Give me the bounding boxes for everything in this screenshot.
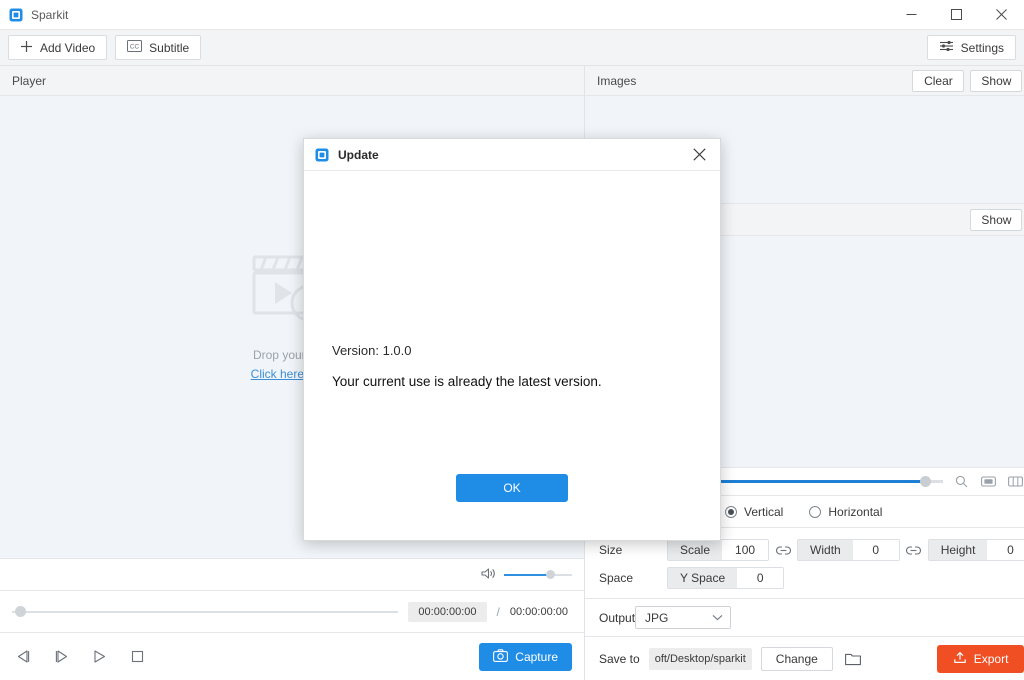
radio-horizontal[interactable]: Horizontal: [809, 505, 882, 519]
title-bar: Sparkit: [0, 0, 1024, 30]
maximize-button[interactable]: [934, 0, 979, 30]
scale-value[interactable]: 100: [722, 540, 769, 560]
height-key: Height: [928, 540, 988, 560]
settings-button[interactable]: Settings: [926, 35, 1016, 60]
transport-controls: Capture: [0, 632, 584, 680]
total-time: 00:00:00:00: [509, 605, 568, 618]
output-format-select[interactable]: JPG: [635, 606, 732, 629]
step-forward-icon[interactable]: [50, 646, 72, 668]
add-video-button[interactable]: Add Video: [8, 35, 108, 60]
speaker-icon[interactable]: [481, 567, 496, 583]
yspace-key: Y Space: [668, 568, 738, 588]
chevron-down-icon: [711, 611, 724, 625]
width-key: Width: [798, 540, 853, 560]
settings-label: Settings: [960, 40, 1004, 55]
volume-row: [0, 558, 584, 590]
export-button[interactable]: Export: [936, 644, 1024, 673]
upload-icon: [953, 651, 967, 667]
split-view-icon[interactable]: [1006, 473, 1024, 491]
link-icon[interactable]: [900, 545, 928, 556]
capture-label: Capture: [515, 649, 558, 664]
window-title: Sparkit: [31, 7, 69, 22]
dialog-body: Version: 1.0.0 Your current use is alrea…: [304, 171, 720, 474]
yspace-field[interactable]: Y Space 0: [667, 567, 785, 589]
cc-icon: CC: [127, 40, 143, 55]
output-label: Output: [599, 610, 636, 625]
images-header-title: Images: [597, 73, 637, 88]
images-header: Images Clear Show: [585, 66, 1024, 96]
radio-vertical-label: Vertical: [744, 504, 784, 519]
volume-slider[interactable]: [504, 569, 572, 581]
change-path-button[interactable]: Change: [760, 646, 833, 671]
plus-icon: [20, 40, 33, 56]
capture-button[interactable]: Capture: [479, 642, 572, 671]
height-value[interactable]: 0: [987, 540, 1024, 560]
export-label: Export: [973, 651, 1009, 666]
save-to-label: Save to: [599, 651, 640, 666]
scale-field[interactable]: Scale 100: [667, 539, 770, 561]
radio-vertical[interactable]: Vertical: [725, 505, 783, 519]
radio-dot-horizontal: [809, 505, 822, 518]
subtitle-button[interactable]: CC Subtitle: [115, 35, 202, 60]
space-label: Space: [599, 571, 634, 585]
dialog-message: Your current use is already the latest v…: [332, 374, 602, 389]
save-row: Save to oft/Desktop/sparkit Change Expor…: [585, 636, 1024, 680]
play-icon[interactable]: [88, 646, 110, 668]
application-window: Sparkit Add Video CC Subtitle Settings P…: [0, 0, 1024, 680]
subtitle-label: Subtitle: [149, 40, 190, 55]
clear-images-button[interactable]: Clear: [912, 69, 965, 92]
save-path-value[interactable]: oft/Desktop/sparkit: [648, 647, 752, 670]
window-controls: [889, 0, 1024, 30]
radio-horizontal-label: Horizontal: [828, 504, 883, 519]
width-field[interactable]: Width 0: [797, 539, 900, 561]
dialog-title-bar: Update: [304, 139, 720, 171]
radio-dot-vertical: [725, 505, 737, 518]
stop-icon[interactable]: [126, 646, 148, 668]
space-row: Space Y Space 0: [585, 564, 1024, 592]
output-format-value: JPG: [645, 610, 669, 625]
output-row: Output JPG: [585, 598, 1024, 636]
size-label: Size: [599, 543, 623, 557]
seek-row: 00:00:00:00 / 00:00:00:00: [0, 590, 584, 632]
main-toolbar: Add Video CC Subtitle Settings: [0, 30, 1024, 66]
dialog-close-button[interactable]: [678, 139, 720, 171]
dialog-footer: OK: [304, 474, 720, 540]
fit-screen-icon[interactable]: [979, 473, 997, 491]
yspace-value[interactable]: 0: [737, 568, 784, 588]
height-field[interactable]: Height 0: [927, 539, 1024, 561]
link-icon[interactable]: [769, 545, 797, 556]
update-dialog: Update Version: 1.0.0 Your current use i…: [303, 138, 721, 541]
close-button[interactable]: [979, 0, 1024, 30]
scale-key: Scale: [668, 540, 723, 560]
dialog-ok-button[interactable]: OK: [456, 474, 568, 502]
time-separator: /: [496, 604, 500, 619]
sparkit-logo-icon: [9, 8, 23, 22]
folder-icon[interactable]: [842, 652, 864, 666]
sparkit-logo-icon: [315, 148, 329, 162]
player-header: Player: [0, 66, 584, 96]
svg-text:CC: CC: [130, 43, 140, 50]
step-back-icon[interactable]: [12, 646, 34, 668]
show-images-button[interactable]: Show: [970, 69, 1023, 92]
current-time[interactable]: 00:00:00:00: [408, 601, 487, 622]
sliders-icon: [939, 40, 954, 55]
show-preview-button[interactable]: Show: [970, 208, 1023, 231]
camera-icon: [493, 648, 509, 665]
minimize-button[interactable]: [889, 0, 934, 30]
width-value[interactable]: 0: [852, 540, 899, 560]
seek-slider[interactable]: [12, 606, 399, 618]
dialog-version-text: Version: 1.0.0: [332, 343, 412, 358]
add-video-label: Add Video: [40, 40, 96, 55]
dialog-title: Update: [338, 147, 379, 162]
player-header-title: Player: [12, 73, 47, 88]
magnifier-icon[interactable]: [952, 473, 970, 491]
